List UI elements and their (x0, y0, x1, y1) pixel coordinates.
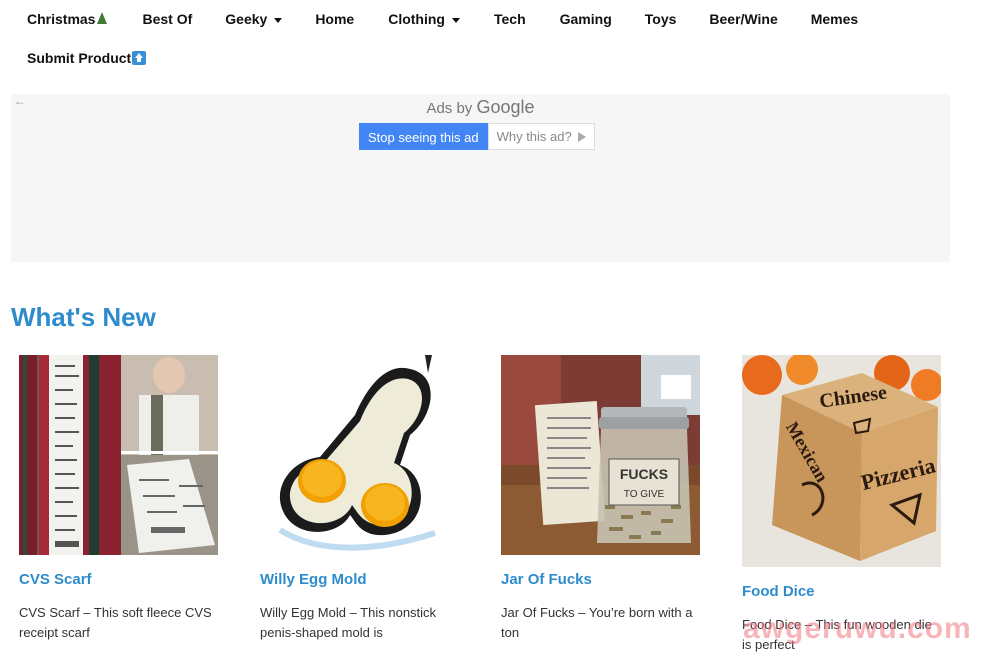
product-description: CVS Scarf – This soft fleece CVS receipt… (19, 605, 212, 640)
section-title: What's New (11, 302, 156, 332)
google-logo: Google (476, 97, 535, 117)
product-image-food-dice[interactable]: Chinese Mexican Pizzeria (742, 355, 941, 567)
product-card[interactable]: FUCKS TO GIVE Jar Of Fucks Jar Of Fucks … (501, 355, 701, 643)
info-play-icon (577, 131, 586, 142)
nav-item-memes[interactable]: Memes (811, 11, 858, 27)
product-image-willy-egg-mold[interactable] (260, 355, 459, 555)
nav-item-beer-wine[interactable]: Beer/Wine (709, 11, 777, 27)
ad-banner: ← Ads by Google Stop seeing this ad Why … (11, 94, 950, 262)
chevron-down-icon (451, 17, 460, 23)
tree-icon (97, 12, 108, 24)
product-card[interactable]: Willy Egg Mold Willy Egg Mold – This non… (260, 355, 460, 643)
product-description: Willy Egg Mold – This nonstick penis-sha… (260, 605, 437, 640)
nav-item-christmas[interactable]: Christmas (27, 11, 108, 27)
chevron-down-icon (274, 17, 283, 23)
nav-item-clothing[interactable]: Clothing (388, 11, 460, 27)
stop-seeing-ad-button[interactable]: Stop seeing this ad (359, 123, 488, 150)
product-card[interactable]: Chinese Mexican Pizzeria Food Dice Food … (742, 355, 942, 655)
nav-row: Christmas Best Of Geeky Home Clothing Te… (27, 10, 858, 28)
nav-item-toys[interactable]: Toys (645, 11, 677, 27)
ad-buttons: Stop seeing this ad Why this ad? (359, 123, 595, 150)
product-image-cvs-scarf[interactable] (19, 355, 218, 555)
jar-label-text: FUCKS (620, 466, 668, 482)
nav-item-tech[interactable]: Tech (494, 11, 526, 27)
product-title[interactable]: Food Dice (742, 583, 942, 600)
nav-row-secondary: Submit Product (27, 49, 147, 67)
ads-by-google: Ads by Google (426, 97, 535, 117)
nav-item-home[interactable]: Home (315, 11, 354, 27)
product-description: Jar Of Fucks – You’re born with a ton (501, 605, 693, 640)
product-card[interactable]: CVS Scarf CVS Scarf – This soft fleece C… (19, 355, 219, 643)
up-arrow-icon (132, 51, 147, 65)
nav-item-geeky[interactable]: Geeky (225, 11, 283, 27)
product-title[interactable]: Willy Egg Mold (260, 571, 460, 588)
main-nav: Christmas Best Of Geeky Home Clothing Te… (0, 0, 1000, 80)
jar-label-subtext: TO GIVE (624, 489, 665, 500)
why-this-ad-button[interactable]: Why this ad? (487, 123, 595, 150)
watermark: awgeruwu.com (743, 612, 972, 645)
product-image-jar-of-fucks[interactable]: FUCKS TO GIVE (501, 355, 700, 555)
nav-item-gaming[interactable]: Gaming (560, 11, 612, 27)
nav-item-best-of[interactable]: Best Of (142, 11, 192, 27)
product-title[interactable]: CVS Scarf (19, 571, 219, 588)
nav-item-submit-product[interactable]: Submit Product (27, 50, 147, 66)
product-title[interactable]: Jar Of Fucks (501, 571, 701, 588)
